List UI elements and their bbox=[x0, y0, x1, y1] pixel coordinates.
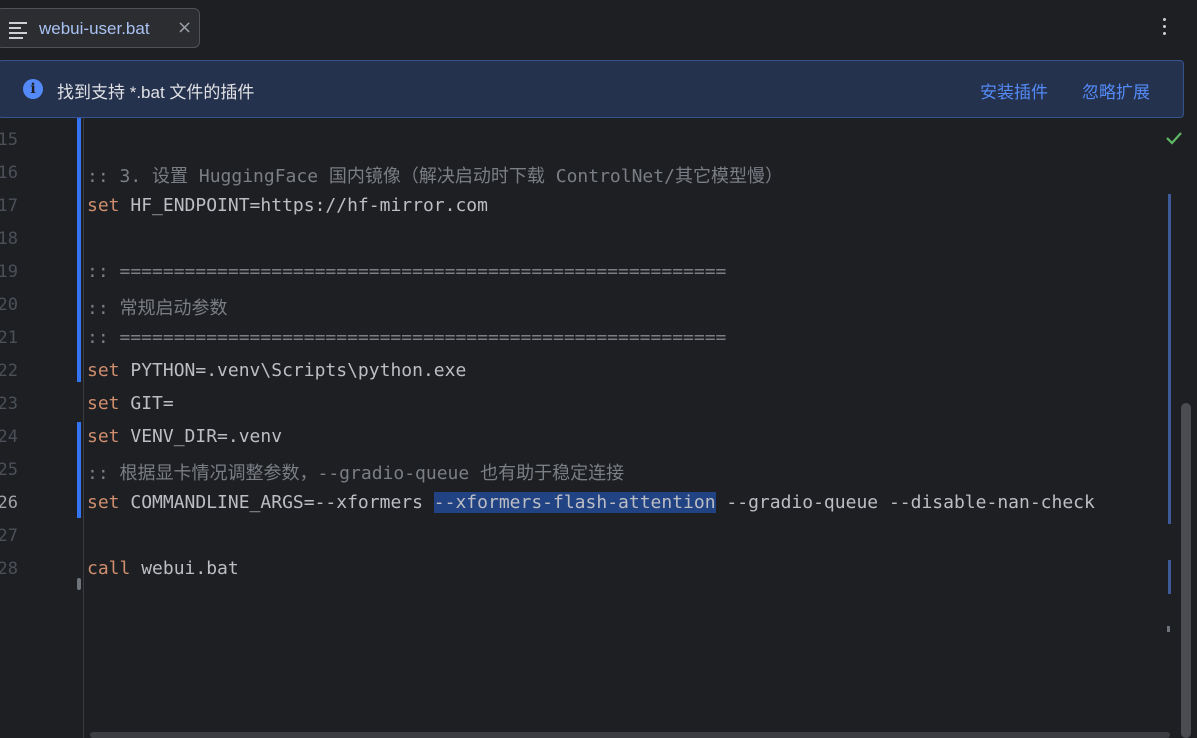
code-value: HF_ENDPOINT=https://hf-mirror.com bbox=[119, 195, 488, 216]
line-number: 22 bbox=[0, 361, 18, 381]
code-text: set COMMANDLINE_ARGS=--xformers --xforme… bbox=[87, 492, 1095, 513]
code-line: 22 set PYTHON=.venv\Scripts\python.exe bbox=[0, 355, 1197, 388]
code-line: 23 set GIT= bbox=[0, 388, 1197, 421]
install-plugin-link[interactable]: 安装插件 bbox=[980, 78, 1048, 103]
line-number: 26 bbox=[0, 493, 18, 513]
line-number: 25 bbox=[0, 460, 18, 480]
code-line: 24 set VENV_DIR=.venv bbox=[0, 421, 1197, 454]
keyword: set bbox=[87, 393, 120, 414]
code-line: 28 call webui.bat bbox=[0, 553, 1197, 586]
code-value: --gradio-queue --disable-nan-check bbox=[715, 492, 1095, 513]
code-line: 18 bbox=[0, 223, 1197, 256]
comment-text: :: =====================================… bbox=[87, 261, 727, 282]
keyword: set bbox=[87, 492, 120, 513]
code-text: set GIT= bbox=[87, 393, 174, 414]
code-line: 15 bbox=[0, 124, 1197, 157]
code-line: 16 :: 3. 设置 HuggingFace 国内镜像（解决启动时下载 Con… bbox=[0, 157, 1197, 190]
code-value: GIT= bbox=[119, 393, 174, 414]
code-value: VENV_DIR=.venv bbox=[119, 426, 283, 447]
close-icon[interactable]: × bbox=[177, 17, 192, 38]
code-text: set VENV_DIR=.venv bbox=[87, 426, 282, 447]
code-editor[interactable]: 15 16 :: 3. 设置 HuggingFace 国内镜像（解决启动时下载 … bbox=[0, 118, 1197, 738]
line-number: 23 bbox=[0, 394, 18, 414]
code-line: 20 :: 常规启动参数 bbox=[0, 289, 1197, 322]
code-line: 19 :: ==================================… bbox=[0, 256, 1197, 289]
info-icon: i bbox=[23, 79, 43, 99]
editor-tab-bar: webui-user.bat × bbox=[0, 0, 1197, 58]
line-number: 17 bbox=[0, 196, 18, 216]
selected-text[interactable]: --xformers-flash-attention bbox=[433, 492, 716, 513]
file-text-icon bbox=[9, 22, 27, 39]
line-number: 15 bbox=[0, 130, 18, 150]
code-text: set HF_ENDPOINT=https://hf-mirror.com bbox=[87, 195, 488, 216]
code-value: PYTHON=.venv\Scripts\python.exe bbox=[119, 360, 467, 381]
tab-webui-user-bat[interactable]: webui-user.bat × bbox=[0, 8, 200, 48]
keyword: set bbox=[87, 360, 120, 381]
line-number: 19 bbox=[0, 262, 18, 282]
more-options-icon[interactable] bbox=[1160, 18, 1170, 40]
line-number: 21 bbox=[0, 328, 18, 348]
line-number: 24 bbox=[0, 427, 18, 447]
comment-text: :: 3. 设置 HuggingFace 国内镜像（解决启动时下载 Contro… bbox=[87, 166, 783, 187]
keyword: set bbox=[87, 195, 120, 216]
ignore-extension-link[interactable]: 忽略扩展 bbox=[1082, 78, 1150, 103]
line-number: 27 bbox=[0, 526, 18, 546]
code-value: webui.bat bbox=[130, 558, 239, 579]
comment-text: :: 根据显卡情况调整参数，--gradio-queue 也有助于稳定连接 bbox=[87, 463, 625, 484]
line-number: 18 bbox=[0, 229, 18, 249]
line-number: 16 bbox=[0, 163, 18, 183]
code-line: 27 bbox=[0, 520, 1197, 553]
code-value: COMMANDLINE_ARGS=--xformers bbox=[119, 492, 434, 513]
comment-text: :: =====================================… bbox=[87, 327, 727, 348]
comment-text: :: 常规启动参数 bbox=[87, 298, 228, 319]
code-line: 17 set HF_ENDPOINT=https://hf-mirror.com bbox=[0, 190, 1197, 223]
keyword: call bbox=[87, 558, 131, 579]
keyword: set bbox=[87, 426, 120, 447]
code-line-current: 26 set COMMANDLINE_ARGS=--xformers --xfo… bbox=[0, 487, 1197, 520]
plugin-suggestion-banner: i 找到支持 *.bat 文件的插件 安装插件 忽略扩展 bbox=[0, 60, 1184, 118]
code-line: 25 :: 根据显卡情况调整参数，--gradio-queue 也有助于稳定连接 bbox=[0, 454, 1197, 487]
banner-message: 找到支持 *.bat 文件的插件 bbox=[57, 83, 255, 102]
code-text: set PYTHON=.venv\Scripts\python.exe bbox=[87, 360, 466, 381]
line-number: 20 bbox=[0, 295, 18, 315]
tab-label: webui-user.bat bbox=[39, 19, 150, 38]
code-text: call webui.bat bbox=[87, 558, 239, 579]
code-line: 21 :: ==================================… bbox=[0, 322, 1197, 355]
line-number: 28 bbox=[0, 559, 18, 579]
horizontal-scrollbar[interactable] bbox=[90, 732, 1170, 738]
scroll-dot-marker bbox=[1167, 626, 1170, 632]
